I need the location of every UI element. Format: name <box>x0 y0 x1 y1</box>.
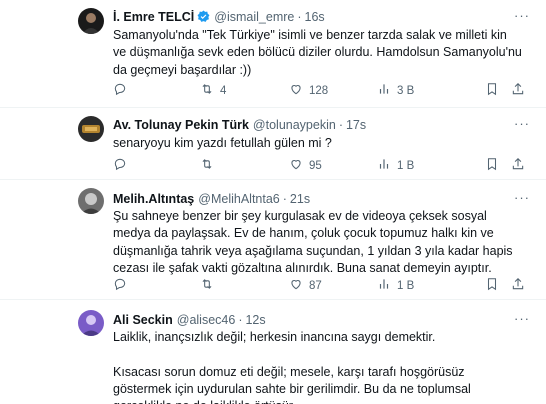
bookmark-button[interactable] <box>485 157 499 174</box>
tweet-text: senaryoyu kim yazdı fetullah gülen mi ? <box>113 136 332 150</box>
share-icon <box>511 157 525 174</box>
views-icon <box>377 82 391 99</box>
retweet-button[interactable] <box>200 157 214 174</box>
bookmark-icon <box>485 157 499 174</box>
views-button[interactable]: 1 B <box>377 157 414 174</box>
tweet-text: Laiklik, inançsızlık değil; herkesin ina… <box>113 330 471 404</box>
separator-dot: · <box>338 118 343 132</box>
bookmark-icon <box>485 82 499 99</box>
views-icon <box>377 157 391 174</box>
author-name[interactable]: Ali Seckin <box>113 313 173 327</box>
more-icon[interactable]: ··· <box>514 8 530 23</box>
author-handle[interactable]: @MelihAltnta6 <box>198 192 279 206</box>
author-name[interactable]: Av. Tolunay Pekin Türk <box>113 118 249 132</box>
share-icon <box>511 277 525 294</box>
tweet-text: Samanyolu'nda "Tek Türkiye" isimli ve be… <box>113 28 522 77</box>
share-icon <box>511 82 525 99</box>
avatar[interactable] <box>78 8 104 34</box>
views-count: 1 B <box>397 279 415 292</box>
author-handle[interactable]: @tolunaypekin <box>253 118 336 132</box>
like-button[interactable]: 95 <box>289 157 322 174</box>
verified-badge-icon <box>197 10 210 27</box>
tweet-actions: 95 1 B <box>113 157 525 173</box>
avatar[interactable] <box>78 116 104 142</box>
avatar[interactable] <box>78 310 104 336</box>
retweet-icon <box>200 277 214 294</box>
tweet-actions: 4 128 3 B <box>113 82 525 98</box>
like-button[interactable]: 128 <box>289 82 328 99</box>
retweet-icon <box>200 82 214 99</box>
tweet-header: Melih.Altıntaş @MelihAltnta6 · 21s <box>113 192 310 207</box>
more-icon[interactable]: ··· <box>514 116 530 131</box>
views-count: 3 B <box>397 84 415 97</box>
share-button[interactable] <box>511 82 525 99</box>
reply-icon <box>113 277 127 294</box>
tweet-text: Şu sahneye benzer bir şey kurgulasak ev … <box>113 209 513 275</box>
bookmark-button[interactable] <box>485 277 499 294</box>
like-icon <box>289 157 303 174</box>
timestamp[interactable]: 12s <box>245 313 265 327</box>
retweet-button[interactable] <box>200 277 214 294</box>
more-icon[interactable]: ··· <box>514 311 530 326</box>
author-handle[interactable]: @alisec46 <box>177 313 236 327</box>
more-icon[interactable]: ··· <box>514 190 530 205</box>
tweet-header: Av. Tolunay Pekin Türk @tolunaypekin · 17s <box>113 118 366 133</box>
avatar[interactable] <box>78 188 104 214</box>
author-name[interactable]: İ. Emre TELCİ <box>113 10 194 24</box>
retweet-count: 4 <box>220 84 227 97</box>
reply-icon <box>113 82 127 99</box>
views-button[interactable]: 3 B <box>377 82 414 99</box>
like-icon <box>289 82 303 99</box>
views-button[interactable]: 1 B <box>377 277 414 294</box>
views-icon <box>377 277 391 294</box>
like-count: 95 <box>309 159 322 172</box>
tweet-header: Ali Seckin @alisec46 · 12s <box>113 313 266 328</box>
tweet-actions: 87 1 B <box>113 277 525 293</box>
timestamp[interactable]: 21s <box>290 192 310 206</box>
tweet-1[interactable]: İ. Emre TELCİ @ismail_emre · 16s ··· Samany… <box>0 0 546 108</box>
bookmark-icon <box>485 277 499 294</box>
tweet-2[interactable]: Av. Tolunay Pekin Türk @tolunaypekin · 17s … <box>0 108 546 180</box>
separator-dot: · <box>297 10 302 24</box>
tweet-4[interactable]: Ali Seckin @alisec46 · 12s ··· Laiklik, ina… <box>0 300 546 404</box>
like-icon <box>289 277 303 294</box>
bookmark-button[interactable] <box>485 82 499 99</box>
retweet-button[interactable]: 4 <box>200 82 226 99</box>
views-count: 1 B <box>397 159 415 172</box>
author-name[interactable]: Melih.Altıntaş <box>113 192 194 206</box>
reply-button[interactable] <box>113 157 127 174</box>
author-handle[interactable]: @ismail_emre <box>214 10 294 24</box>
tweet-3[interactable]: Melih.Altıntaş @MelihAltnta6 · 21s ··· Şu s… <box>0 180 546 300</box>
share-button[interactable] <box>511 157 525 174</box>
reply-button[interactable] <box>113 277 127 294</box>
timestamp[interactable]: 17s <box>346 118 366 132</box>
share-button[interactable] <box>511 277 525 294</box>
like-count: 87 <box>309 279 322 292</box>
reply-icon <box>113 157 127 174</box>
separator-dot: · <box>238 313 243 327</box>
timestamp[interactable]: 16s <box>305 10 325 24</box>
separator-dot: · <box>282 192 287 206</box>
like-button[interactable]: 87 <box>289 277 322 294</box>
retweet-icon <box>200 157 214 174</box>
reply-button[interactable] <box>113 82 133 99</box>
like-count: 128 <box>309 84 329 97</box>
tweet-header: İ. Emre TELCİ @ismail_emre · 16s <box>113 10 325 27</box>
